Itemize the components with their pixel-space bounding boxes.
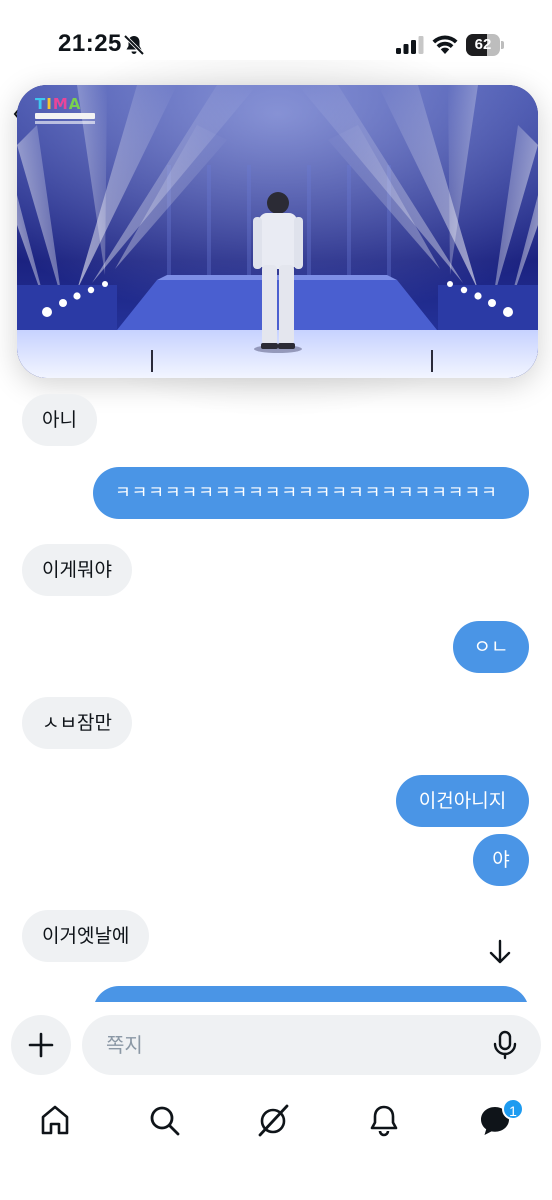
incoming-message[interactable]: ㅅㅂ잠만 [22, 697, 132, 749]
message-input[interactable] [106, 1015, 486, 1075]
bell-off-icon [123, 34, 145, 56]
tima-logo-letter: A [68, 95, 82, 113]
video-player[interactable]: TIMA [17, 85, 538, 378]
outgoing-message[interactable]: ㅇㄴ [453, 621, 529, 673]
wifi-icon [432, 35, 458, 54]
tima-logo-subtitle [35, 113, 95, 119]
outgoing-message[interactable]: 이건아니지 [396, 775, 529, 827]
messages-badge: 1 [502, 1098, 524, 1120]
message-text: 이게뭐야 [42, 559, 112, 581]
incoming-message[interactable]: 아니 [22, 394, 97, 446]
add-attachment-button[interactable] [11, 1015, 71, 1075]
message-text: 이건아니지 [418, 790, 507, 812]
incoming-message[interactable]: 이게뭐야 [22, 544, 132, 596]
outgoing-message[interactable]: ㅋㅋㅋㅋㅋㅋㅋㅋㅋㅋㅋㅋㅋㅋㅋㅋㅋㅋㅋㅋㅋㅋㅋ [93, 467, 529, 519]
message-text: ㅋㅋㅋㅋㅋㅋㅋㅋㅋㅋㅋㅋㅋㅋㅋㅋㅋㅋㅋㅋㅋㅋㅋ [115, 483, 498, 503]
grok-icon[interactable] [256, 1102, 292, 1138]
cellular-signal-icon [396, 36, 424, 54]
message-text: 아니 [42, 409, 77, 431]
notifications-icon[interactable] [366, 1102, 402, 1138]
scroll-down-arrow-icon[interactable] [486, 938, 514, 966]
tima-logo: TIMA [35, 95, 95, 129]
plus-icon [28, 1032, 54, 1058]
tima-logo-letter: M [52, 95, 69, 113]
message-text: 이거엣날에 [42, 925, 130, 947]
bottom-navigation: 1 [0, 1088, 552, 1200]
status-time: 21:25 [58, 30, 122, 57]
message-input-container[interactable] [82, 1015, 541, 1075]
message-text: ㅇㄴ [473, 636, 509, 658]
tima-logo-text: TIMA [35, 95, 81, 113]
concert-stage-image [17, 85, 538, 378]
search-icon[interactable] [146, 1102, 182, 1138]
message-text: 야 [492, 849, 510, 871]
microphone-icon[interactable] [490, 1030, 520, 1060]
battery-level: 62 [474, 36, 492, 53]
battery-icon: 62 [466, 34, 504, 56]
home-icon[interactable] [37, 1102, 73, 1138]
message-text: ㅅㅂ잠만 [42, 712, 112, 734]
incoming-message[interactable]: 이거엣날에 [22, 910, 150, 962]
tima-logo-caption [35, 121, 95, 124]
battery-tip [501, 41, 504, 49]
outgoing-message[interactable]: 야 [473, 834, 529, 886]
tima-logo-letter: T [35, 95, 47, 113]
tima-logo-letter: I [46, 95, 53, 113]
